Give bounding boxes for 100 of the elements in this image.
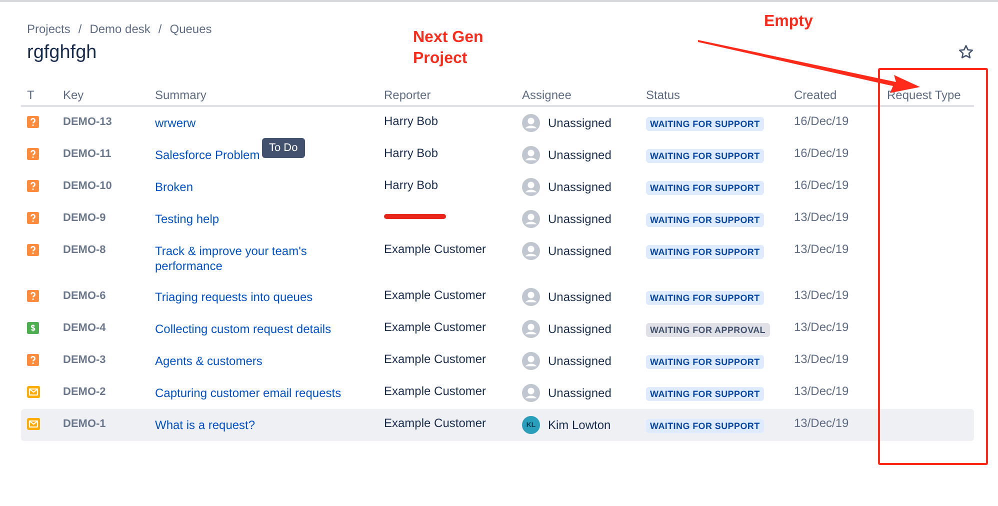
reporter-name: Harry Bob <box>384 178 438 192</box>
created-date: 16/Dec/19 <box>794 114 849 128</box>
status-lozenge: WAITING FOR SUPPORT <box>646 149 764 163</box>
status-lozenge: WAITING FOR SUPPORT <box>646 387 764 401</box>
assignee-name: Kim Lowton <box>548 418 611 432</box>
issue-key: DEMO-11 <box>63 146 112 160</box>
status-lozenge: WAITING FOR SUPPORT <box>646 355 764 369</box>
question-mark-icon <box>27 212 39 224</box>
created-date: 13/Dec/19 <box>794 320 849 334</box>
assignee-name: Unassigned <box>548 116 612 130</box>
created-date: 13/Dec/19 <box>794 416 849 430</box>
assignee-name: Unassigned <box>548 212 612 226</box>
question-mark-icon <box>27 290 39 302</box>
status-lozenge: WAITING FOR SUPPORT <box>646 213 764 227</box>
user-avatar-icon <box>522 114 540 132</box>
issue-key: DEMO-6 <box>63 288 106 302</box>
created-date: 13/Dec/19 <box>794 384 849 398</box>
reporter-name: Example Customer <box>384 288 486 302</box>
tooltip: To Do <box>262 138 305 158</box>
column-header[interactable]: T <box>21 88 63 102</box>
breadcrumb-link[interactable]: Queues <box>170 22 212 36</box>
column-header[interactable]: Summary <box>155 88 384 102</box>
star-icon[interactable] <box>958 44 974 60</box>
reporter-name: Harry Bob <box>384 114 438 128</box>
assignee-name: Unassigned <box>548 290 612 304</box>
reporter-name: Example Customer <box>384 352 486 366</box>
question-mark-icon <box>27 148 39 160</box>
assignee-name: Unassigned <box>548 180 612 194</box>
table-row[interactable]: DEMO-10 Broken Harry Bob Unassigned WAITING FOR SUPPORT 16/Dec/19 <box>21 171 974 203</box>
user-avatar-icon <box>522 384 540 402</box>
created-date: 13/Dec/19 <box>794 210 849 224</box>
status-lozenge: WAITING FOR SUPPORT <box>646 245 764 259</box>
summary-link[interactable]: wrwerw <box>155 114 196 131</box>
user-avatar-icon <box>522 242 540 260</box>
column-header[interactable]: Key <box>63 88 155 102</box>
envelope-icon <box>27 386 40 398</box>
user-avatar-icon <box>522 288 540 306</box>
assignee-name: Unassigned <box>548 322 612 336</box>
issue-key: DEMO-1 <box>63 416 106 430</box>
dollar-icon <box>27 322 39 334</box>
created-date: 16/Dec/19 <box>794 178 849 192</box>
page-title: rgfghfgh <box>27 42 97 64</box>
column-header[interactable]: Created <box>794 88 887 102</box>
reporter-name: Example Customer <box>384 320 486 334</box>
summary-link[interactable]: Broken <box>155 178 194 195</box>
status-lozenge: WAITING FOR SUPPORT <box>646 181 764 195</box>
table-row[interactable]: DEMO-9 Testing help Unassigned WAITING FOR SUPPORT 13/Dec/19 <box>21 203 974 235</box>
reporter-name: Example Customer <box>384 416 486 430</box>
issue-key: DEMO-8 <box>63 242 106 256</box>
assignee-name: Unassigned <box>548 244 612 258</box>
status-lozenge: WAITING FOR SUPPORT <box>646 117 764 131</box>
user-avatar-icon <box>522 352 540 370</box>
question-mark-icon <box>27 354 39 366</box>
issue-key: DEMO-3 <box>63 352 106 366</box>
table-row[interactable]: DEMO-13 wrwerw Harry Bob Unassigned WAITING FOR SUPPORT 16/Dec/19 <box>21 107 974 139</box>
summary-link[interactable]: Salesforce Problem <box>155 146 260 163</box>
created-date: 13/Dec/19 <box>794 242 849 256</box>
user-avatar-icon <box>522 210 540 228</box>
status-lozenge: WAITING FOR SUPPORT <box>646 419 764 433</box>
column-header[interactable]: Request Type <box>887 88 975 102</box>
summary-link[interactable]: Agents & customers <box>155 352 262 369</box>
issue-key: DEMO-2 <box>63 384 106 398</box>
issue-key: DEMO-10 <box>63 178 112 192</box>
table-row[interactable]: DEMO-6 Triaging requests into queues Example Customer Unassigned WAITING FOR SUPPORT 13/Dec/19 <box>21 281 974 313</box>
status-lozenge: WAITING FOR SUPPORT <box>646 291 764 305</box>
user-avatar-icon <box>522 146 540 164</box>
table-row[interactable]: DEMO-2 Capturing customer email requests Example Customer Unassigned WAITING FOR SUPPORT 13/Dec/19 <box>21 377 974 409</box>
column-header[interactable]: Reporter <box>384 88 522 102</box>
user-avatar-icon <box>522 320 540 338</box>
table-row[interactable]: DEMO-4 Collecting custom request details Example Customer Unassigned WAITING FOR APPROVAL 13/Dec/19 <box>21 313 974 345</box>
summary-link[interactable]: Triaging requests into queues <box>155 288 313 305</box>
reporter-name: Example Customer <box>384 242 486 256</box>
assignee-name: Unassigned <box>548 386 612 400</box>
table-row[interactable]: DEMO-11 Salesforce Problem To Do Harry Bob Unassigned WAITING FOR SUPPORT 16/Dec/19 <box>21 139 974 171</box>
question-mark-icon <box>27 180 39 192</box>
envelope-icon <box>27 418 40 430</box>
question-mark-icon <box>27 116 39 128</box>
table-row[interactable]: DEMO-3 Agents & customers Example Customer Unassigned WAITING FOR SUPPORT 13/Dec/19 <box>21 345 974 377</box>
summary-link[interactable]: Track & improve your team's performance <box>155 242 345 274</box>
summary-link[interactable]: Capturing customer email requests <box>155 384 342 401</box>
summary-link[interactable]: Testing help <box>155 210 220 227</box>
issue-key: DEMO-4 <box>63 320 106 334</box>
column-header[interactable]: Assignee <box>522 88 646 102</box>
status-lozenge: WAITING FOR APPROVAL <box>646 323 770 337</box>
summary-link[interactable]: What is a request? <box>155 416 256 433</box>
question-mark-icon <box>27 244 39 256</box>
reporter-name: Harry Bob <box>384 146 438 160</box>
annotation-text: Next Gen Project <box>413 28 484 69</box>
created-date: 13/Dec/19 <box>794 288 849 302</box>
breadcrumb-separator: / <box>158 22 162 36</box>
summary-link[interactable]: Collecting custom request details <box>155 320 332 337</box>
breadcrumb-link[interactable]: Projects <box>27 22 70 36</box>
column-header[interactable]: Status <box>646 88 794 102</box>
assignee-name: Unassigned <box>548 354 612 368</box>
user-avatar-icon <box>522 178 540 196</box>
breadcrumb-link[interactable]: Demo desk <box>90 22 150 36</box>
assignee-name: Unassigned <box>548 148 612 162</box>
created-date: 13/Dec/19 <box>794 352 849 366</box>
table-row[interactable]: DEMO-8 Track & improve your team's performance Example Customer Unassigned WAITING FOR SUPPORT 13/Dec/19 <box>21 235 974 281</box>
breadcrumb-separator: / <box>78 22 82 36</box>
